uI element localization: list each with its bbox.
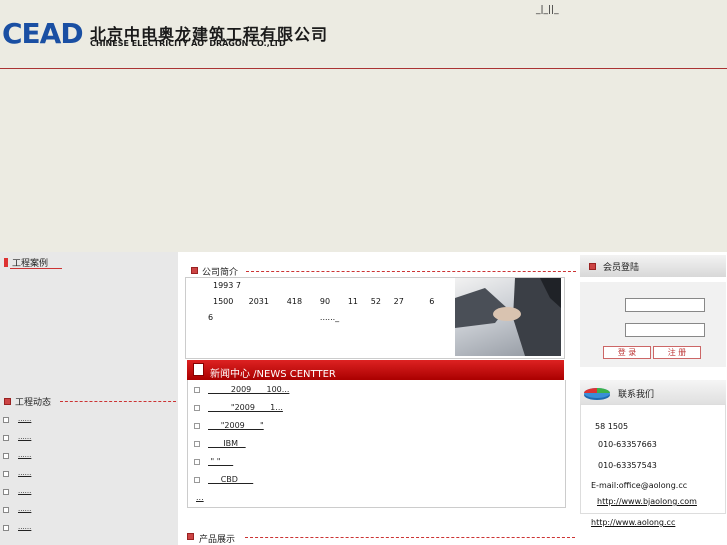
bullet-icon xyxy=(3,507,9,513)
intro-section-icon xyxy=(191,267,198,274)
member-login-title: 会员登陆 xyxy=(603,263,640,273)
cead-logo-icon[interactable]: CEAD xyxy=(2,17,88,49)
project-news-link[interactable]: ...... xyxy=(18,487,31,495)
login-header xyxy=(580,255,726,277)
contact-email: E-mail:office@aolong.cc xyxy=(591,481,688,490)
contact-website-link[interactable]: http://www.bjaolong.com xyxy=(597,497,697,506)
contact-info-box: 58 1505 010-63357663 010-63357543 E-mail… xyxy=(580,404,726,514)
section-marker-icon xyxy=(4,258,8,267)
login-button-label: 登 录 xyxy=(617,348,637,357)
page-header: CEAD 北京中电奥龙建筑工程有限公司 CHINESE ELECTRICITY … xyxy=(0,0,727,69)
expand-plus-icon xyxy=(194,423,200,429)
project-news-link[interactable]: ...... xyxy=(18,469,31,477)
project-news-link[interactable]: ...... xyxy=(18,433,31,441)
news-document-icon xyxy=(193,363,204,376)
svg-text:CEAD: CEAD xyxy=(2,17,83,49)
contact-phone: 010-63357663 xyxy=(598,440,657,449)
expand-plus-icon xyxy=(194,477,200,483)
divider xyxy=(245,537,575,538)
login-panel: 登 录 注 册 xyxy=(580,282,726,367)
project-news-link[interactable]: ...... xyxy=(18,415,31,423)
handshake-image-icon xyxy=(455,278,561,356)
username-input[interactable] xyxy=(625,298,705,312)
project-news-link[interactable]: ...... xyxy=(18,523,31,531)
news-center-list: 2009 100... "2009 1... "2009 " IBM " " C… xyxy=(187,380,566,508)
news-section-icon xyxy=(4,398,11,405)
contact-fax: 010-63357543 xyxy=(598,461,657,470)
banner-area xyxy=(0,69,727,252)
bullet-icon xyxy=(3,471,9,477)
register-button-label: 注 册 xyxy=(667,348,687,357)
project-news-link[interactable]: ...... xyxy=(18,451,31,459)
register-button[interactable]: 注 册 xyxy=(653,346,701,359)
divider xyxy=(246,271,576,272)
pie-chart-icon xyxy=(584,388,610,400)
expand-plus-icon xyxy=(194,405,200,411)
product-showcase-title: 产品展示 xyxy=(199,535,236,545)
news-link[interactable]: "2009 1... xyxy=(208,403,283,412)
left-sidebar: 工程案例 工程动态 ...... ...... ...... ...... ..… xyxy=(0,252,178,545)
bullet-icon xyxy=(3,417,9,423)
bullet-icon xyxy=(3,525,9,531)
intro-text-line: 1500 2031 418 90 11 52 27 6 xyxy=(213,297,435,306)
intro-text-line: 6 ......_ xyxy=(208,313,340,322)
product-section-icon xyxy=(187,533,194,540)
login-button[interactable]: 登 录 xyxy=(603,346,651,359)
login-section-icon xyxy=(589,263,596,270)
project-news-title: 工程动态 xyxy=(15,398,52,408)
company-name-en: CHINESE ELECTRICITY AO' DRAGON CO.,LTD xyxy=(90,39,286,48)
news-link[interactable]: CBD xyxy=(208,475,253,484)
news-center-title: 新闻中心 /NEWS CENTTER xyxy=(210,369,336,380)
contact-us-title: 联系我们 xyxy=(618,390,655,400)
news-link[interactable]: 2009 100... xyxy=(208,385,290,394)
bullet-icon xyxy=(3,435,9,441)
expand-plus-icon xyxy=(194,459,200,465)
contact-website-link-2[interactable]: http://www.aolong.cc xyxy=(591,518,675,527)
divider xyxy=(60,401,176,402)
handshake-photo xyxy=(455,278,561,356)
contact-address: 58 1505 xyxy=(595,422,629,431)
password-input[interactable] xyxy=(625,323,705,337)
expand-plus-icon xyxy=(194,387,200,393)
news-link[interactable]: IBM xyxy=(208,439,246,448)
expand-plus-icon xyxy=(194,441,200,447)
cases-underline xyxy=(10,268,62,269)
intro-text-line: 1993 7 xyxy=(213,281,241,290)
news-more-link[interactable]: ... xyxy=(196,493,204,502)
bullet-icon xyxy=(3,489,9,495)
top-nav-links[interactable]: _|_||_ xyxy=(536,5,559,15)
project-news-link[interactable]: ...... xyxy=(18,505,31,513)
bullet-icon xyxy=(3,453,9,459)
news-link[interactable]: "2009 " xyxy=(208,421,264,430)
news-link[interactable]: " " xyxy=(208,457,233,466)
